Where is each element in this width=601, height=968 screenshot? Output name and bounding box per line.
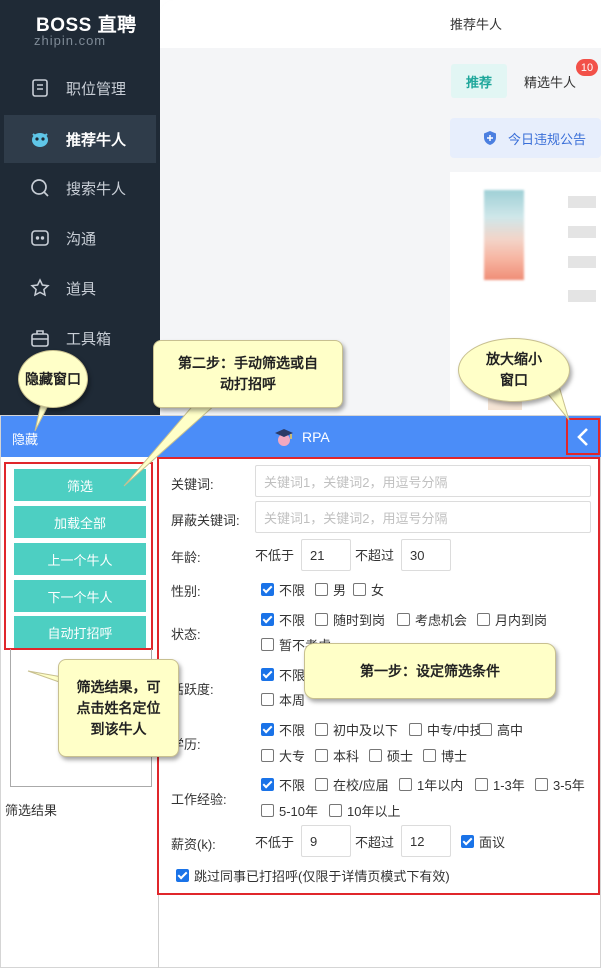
result-tip-callout: 筛选结果，可点击姓名定位到该牛人 — [58, 659, 179, 757]
callout-pointers — [27, 375, 570, 691]
hide-window-callout: 隐藏窗口 — [18, 350, 88, 408]
zoom-callout: 放大缩小窗口 — [458, 338, 570, 402]
step1-callout: 第一步：设定筛选条件 — [304, 643, 556, 699]
step2-callout: 第二步：手动筛选或自动打招呼 — [153, 340, 343, 408]
